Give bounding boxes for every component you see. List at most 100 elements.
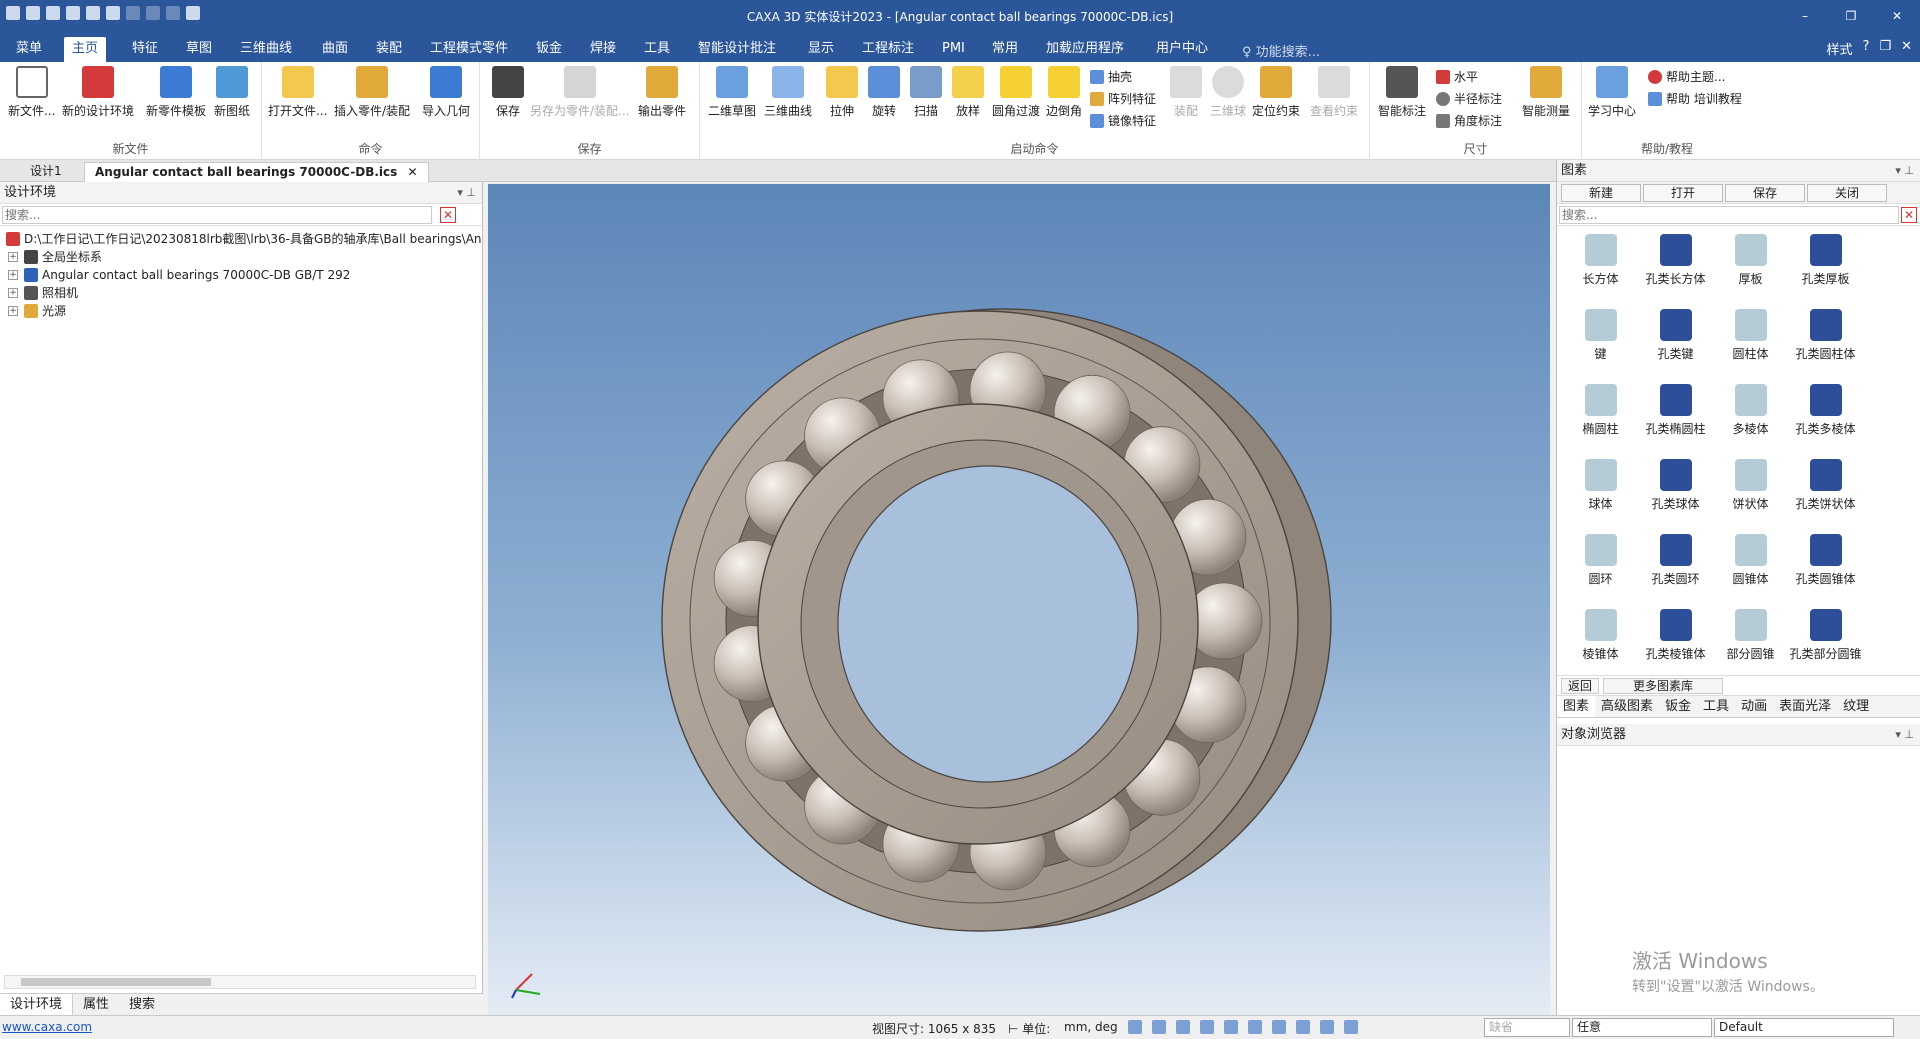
angle-dim-button[interactable]: 角度标注 [1436,112,1502,129]
element-item[interactable]: 饼状体 [1713,459,1788,512]
cursor-icon[interactable] [1344,1020,1358,1034]
element-item[interactable]: 孔类圆环 [1638,534,1713,587]
element-item[interactable]: 孔类球体 [1638,459,1713,512]
tree-item-bearing[interactable]: + Angular contact ball bearings 70000C-DB… [0,266,482,284]
element-item[interactable]: 圆锥体 [1713,534,1788,587]
more-elements-button[interactable]: 更多图素库 [1603,678,1724,694]
tab-welding[interactable]: 焊接 [582,37,624,62]
render-icon[interactable] [1200,1020,1214,1034]
tab-tools[interactable]: 工具 [636,37,678,62]
shading-icon[interactable] [1224,1020,1238,1034]
display-mode-icon[interactable] [1320,1020,1334,1034]
export-part-button[interactable]: 输出零件 [638,66,686,119]
filter-select[interactable]: 缺省 [1484,1018,1570,1037]
element-item[interactable]: 球体 [1563,459,1638,512]
help-icon[interactable]: ? [1863,39,1870,58]
open-file-button[interactable]: 打开文件... [268,66,327,119]
tab-sheet-metal[interactable]: 钣金 [528,37,570,62]
element-item[interactable]: 孔类键 [1638,309,1713,362]
tab-design-env[interactable]: 设计环境 [0,994,74,1015]
import-geometry-button[interactable]: 导入几何 [422,66,470,119]
training-tutorial-button[interactable]: 帮助 培训教程 [1648,90,1742,107]
tree-root[interactable]: D:\工作日记\工作日记\20230818lrb截图\lrb\36-具备GB的轴… [0,230,482,248]
element-item[interactable]: 圆柱体 [1713,309,1788,362]
3d-ball-button[interactable]: 三维球 [1210,66,1246,119]
clear-search-icon[interactable]: ✕ [1901,207,1917,223]
style-menu[interactable]: 样式 [1827,39,1853,58]
tab-assembly[interactable]: 装配 [368,37,410,62]
3d-viewport[interactable] [488,184,1550,1015]
open-catalog-button[interactable]: 打开 [1643,184,1723,202]
tab-3d-curve[interactable]: 三维曲线 [232,37,300,62]
tab-pmi[interactable]: PMI [934,37,973,62]
element-item[interactable]: 长方体 [1563,234,1638,287]
element-item[interactable]: 孔类椭圆柱 [1638,384,1713,437]
positioning-constraint-button[interactable]: 定位约束 [1252,66,1300,119]
selection-mode-select[interactable]: 任意 [1572,1018,1712,1037]
smart-measure-button[interactable]: 智能测量 [1522,66,1570,119]
mirror-feature-button[interactable]: 镜像特征 [1090,112,1156,129]
tab-bearing-doc[interactable]: Angular contact ball bearings 70000C-DB.… [84,162,429,182]
smart-dimension-button[interactable]: 智能标注 [1378,66,1426,119]
tab-common[interactable]: 常用 [984,37,1026,62]
expand-icon[interactable]: + [8,288,18,298]
loft-button[interactable]: 放样 [952,66,984,119]
sweep-button[interactable]: 扫描 [910,66,942,119]
new-catalog-button[interactable]: 新建 [1561,184,1641,202]
tree-item-camera[interactable]: + 照相机 [0,284,482,302]
tab-texture[interactable]: 纹理 [1837,696,1875,717]
tab-sketch[interactable]: 草图 [178,37,220,62]
element-item[interactable]: 多棱体 [1713,384,1788,437]
tab-surface-gloss[interactable]: 表面光泽 [1773,696,1837,717]
unit-value[interactable]: mm, deg [1064,1020,1118,1034]
element-item[interactable]: 椭圆柱 [1563,384,1638,437]
tab-feature[interactable]: 特征 [124,37,166,62]
pin-icon[interactable]: ▾ ⊥ [1895,724,1914,746]
tab-smart-annotation[interactable]: 智能设计批注 [690,37,784,62]
tree-item-light[interactable]: + 光源 [0,302,482,320]
element-item[interactable]: 孔类饼状体 [1788,459,1863,512]
element-item[interactable]: 孔类多棱体 [1788,384,1863,437]
function-search[interactable]: ♀ 功能搜索... [1242,41,1320,60]
element-item[interactable]: 孔类棱锥体 [1638,609,1713,662]
pin-icon[interactable]: ▾ ⊥ [1895,160,1914,182]
light-mode-icon[interactable] [1272,1020,1286,1034]
camera-mode-icon[interactable] [1296,1020,1310,1034]
revolve-button[interactable]: 旋转 [868,66,900,119]
new-drawing-button[interactable]: 新图纸 [214,66,250,119]
close-button[interactable]: ✕ [1874,0,1920,32]
tab-advanced-elements[interactable]: 高级图素 [1595,696,1659,717]
save-as-button[interactable]: 另存为零件/装配... [530,66,630,119]
caxa-link[interactable]: www.caxa.com [2,1020,92,1034]
element-item[interactable]: 孔类圆锥体 [1788,534,1863,587]
assembly-button[interactable]: 装配 [1170,66,1202,119]
restore-doc-button[interactable]: ❐ [1879,39,1891,58]
pin-icon[interactable]: ▾ ⊥ [457,182,476,204]
scrollbar-thumb[interactable] [21,978,211,986]
tab-home[interactable]: 主页 [64,37,107,62]
horizontal-dim-button[interactable]: 水平 [1436,68,1478,85]
tab-display[interactable]: 显示 [800,37,842,62]
tab-user-center[interactable]: 用户中心 [1148,37,1216,62]
tab-tools-elements[interactable]: 工具 [1697,696,1735,717]
tab-engineering-dimension[interactable]: 工程标注 [854,37,922,62]
expand-icon[interactable]: + [8,252,18,262]
tab-elements[interactable]: 图素 [1557,696,1596,717]
3d-curve-button[interactable]: 三维曲线 [764,66,812,119]
close-catalog-button[interactable]: 关闭 [1807,184,1887,202]
radius-dim-button[interactable]: 半径标注 [1436,90,1502,107]
help-topics-button[interactable]: 帮助主题... [1648,68,1725,85]
maximize-button[interactable]: ❐ [1828,0,1874,32]
element-item[interactable]: 键 [1563,309,1638,362]
tab-menu[interactable]: 菜单 [8,37,50,62]
tab-load-apps[interactable]: 加载应用程序 [1038,37,1132,62]
new-part-template-button[interactable]: 新零件模板 [146,66,206,119]
tab-surface[interactable]: 曲面 [314,37,356,62]
insert-part-button[interactable]: 插入零件/装配 [334,66,410,119]
learning-center-button[interactable]: 学习中心 [1588,66,1636,119]
clear-search-icon[interactable]: ✕ [440,207,456,223]
element-item[interactable]: 部分圆锥 [1713,609,1788,662]
section-icon[interactable] [1248,1020,1262,1034]
element-item[interactable]: 孔类圆柱体 [1788,309,1863,362]
tab-search[interactable]: 搜索 [119,994,165,1015]
